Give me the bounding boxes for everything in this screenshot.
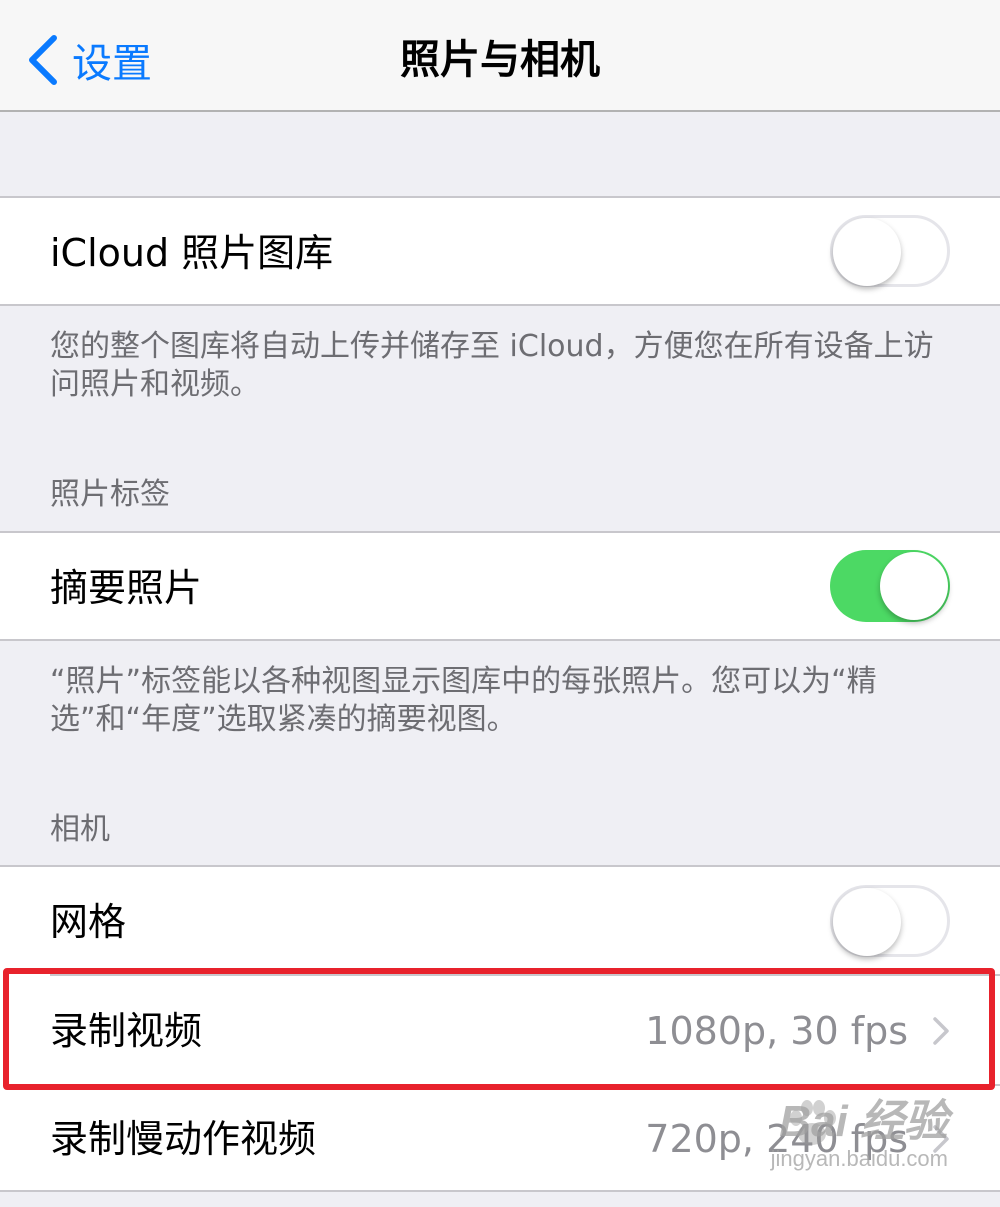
watermark: Bai 经验 jingyan.baidu.com (771, 1098, 948, 1172)
page-title: 照片与相机 (400, 37, 600, 83)
summarize-photos-cell: 摘要照片 (0, 531, 1000, 641)
summarize-photos-label: 摘要照片 (50, 566, 203, 610)
toggle-knob (833, 888, 901, 956)
toggle-knob (833, 218, 901, 286)
grid-toggle[interactable] (830, 885, 950, 957)
record-video-cell[interactable]: 录制视频 1080p, 30 fps (0, 976, 1000, 1086)
icloud-photo-library-toggle[interactable] (830, 215, 950, 287)
summarize-photos-toggle[interactable] (830, 550, 950, 622)
section-header-camera: 相机 (50, 812, 110, 847)
record-video-label: 录制视频 (50, 1009, 203, 1053)
grid-cell: 网格 (0, 865, 1000, 976)
photos-tab-footnote: “照片”标签能以各种视图显示图库中的每张照片。您可以为“精选”和“年度”选取紧凑… (50, 664, 877, 737)
grid-label: 网格 (50, 900, 127, 944)
watermark-url: jingyan.baidu.com (770, 1146, 948, 1171)
toggle-knob (880, 552, 948, 620)
icloud-footnote: 您的整个图库将自动上传并储存至 iCloud，方便您在所有设备上访问照片和视频。 (50, 329, 934, 402)
icloud-photo-library-label: iCloud 照片图库 (50, 231, 334, 275)
navigation-bar: 设置 照片与相机 (0, 0, 1000, 112)
watermark-brand: Bai 经验 (779, 1097, 948, 1146)
record-video-value: 1080p, 30 fps (645, 1009, 908, 1053)
chevron-right-icon (933, 1017, 949, 1045)
section-header-photos-tab: 照片标签 (50, 477, 170, 512)
icloud-photo-library-cell: iCloud 照片图库 (0, 196, 1000, 306)
record-slomo-label: 录制慢动作视频 (50, 1117, 317, 1161)
